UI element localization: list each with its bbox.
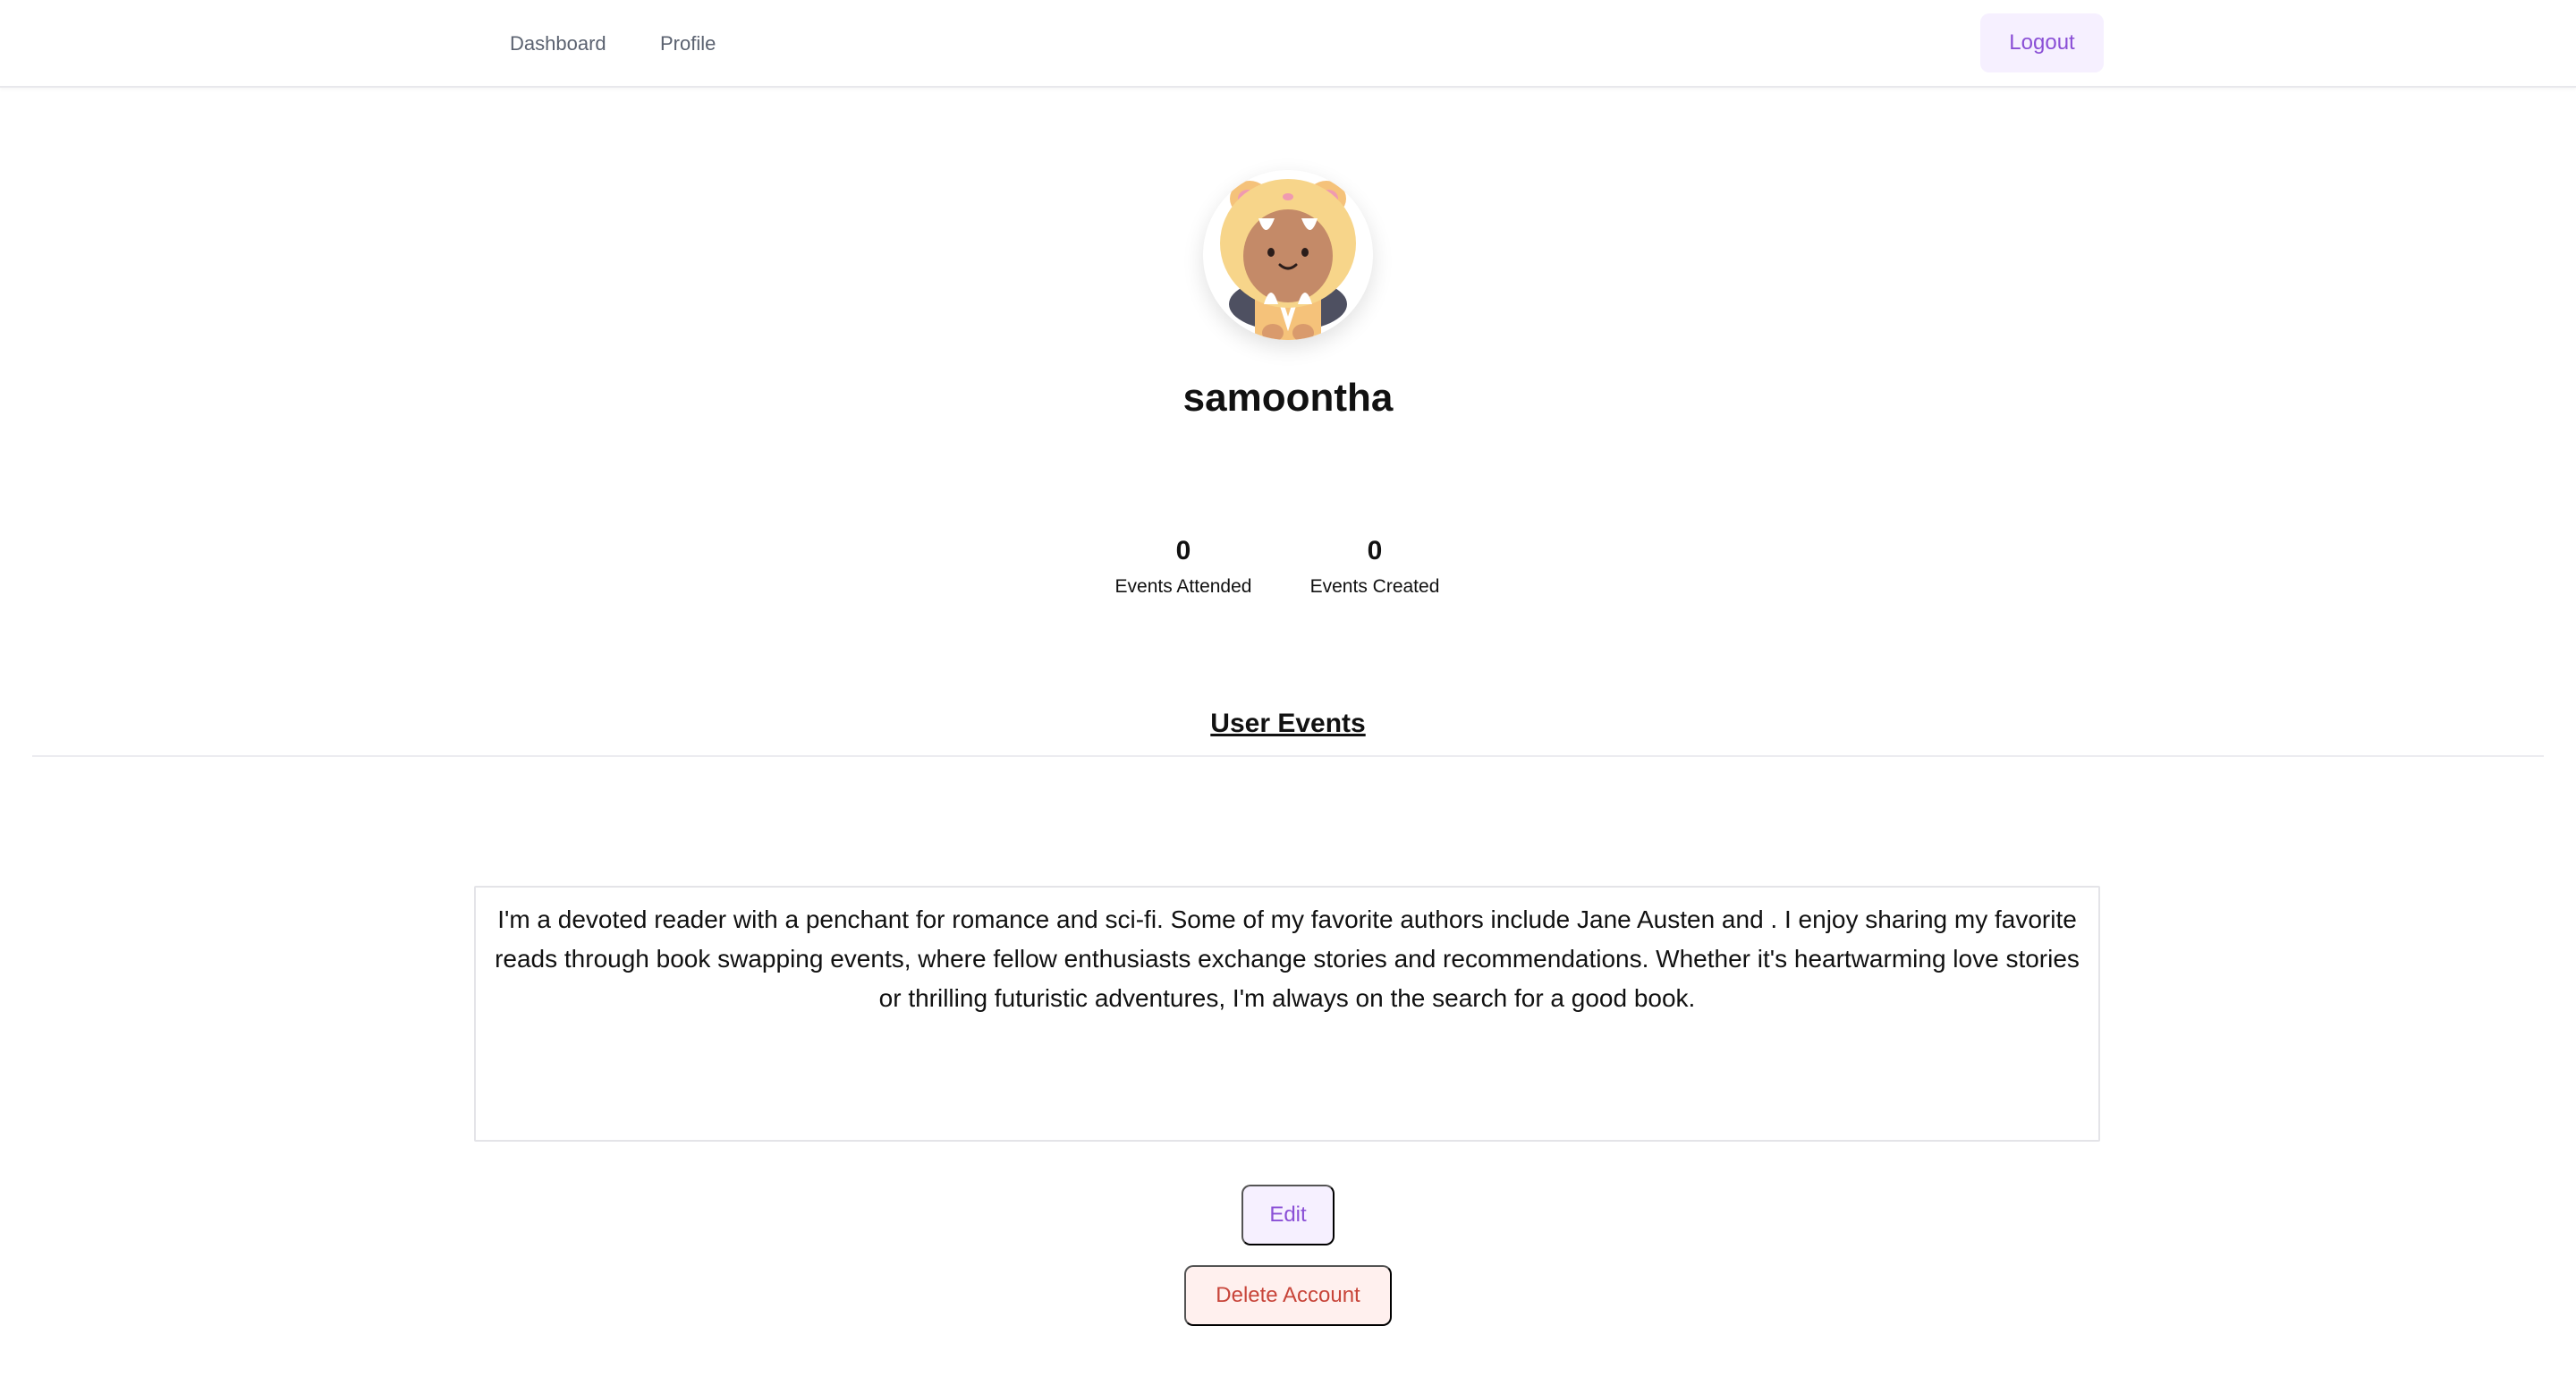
bio-text-area[interactable]: I'm a devoted reader with a penchant for… bbox=[474, 886, 2100, 1142]
edit-button[interactable]: Edit bbox=[1241, 1185, 1335, 1245]
profile-username: samoontha bbox=[1182, 376, 1394, 420]
stat-value: 0 bbox=[1367, 536, 1383, 565]
logout-button[interactable]: Logout bbox=[1980, 13, 2104, 72]
stat-events-created: 0 Events Created bbox=[1285, 533, 1464, 598]
nav-link-profile[interactable]: Profile bbox=[660, 32, 716, 55]
delete-account-button[interactable]: Delete Account bbox=[1184, 1265, 1392, 1326]
stat-events-attended: 0 Events Attended bbox=[1094, 533, 1273, 598]
user-events-heading: User Events bbox=[1210, 709, 1366, 738]
nav-link-dashboard[interactable]: Dashboard bbox=[510, 32, 606, 55]
tiger-costume-avatar-icon bbox=[1220, 179, 1356, 340]
stat-value: 0 bbox=[1175, 536, 1191, 565]
stat-label: Events Created bbox=[1309, 576, 1440, 597]
stat-label: Events Attended bbox=[1114, 576, 1252, 597]
top-navigation-bar: Dashboard Profile Logout bbox=[0, 0, 2576, 88]
section-divider bbox=[32, 755, 2544, 757]
avatar bbox=[1203, 170, 1373, 340]
